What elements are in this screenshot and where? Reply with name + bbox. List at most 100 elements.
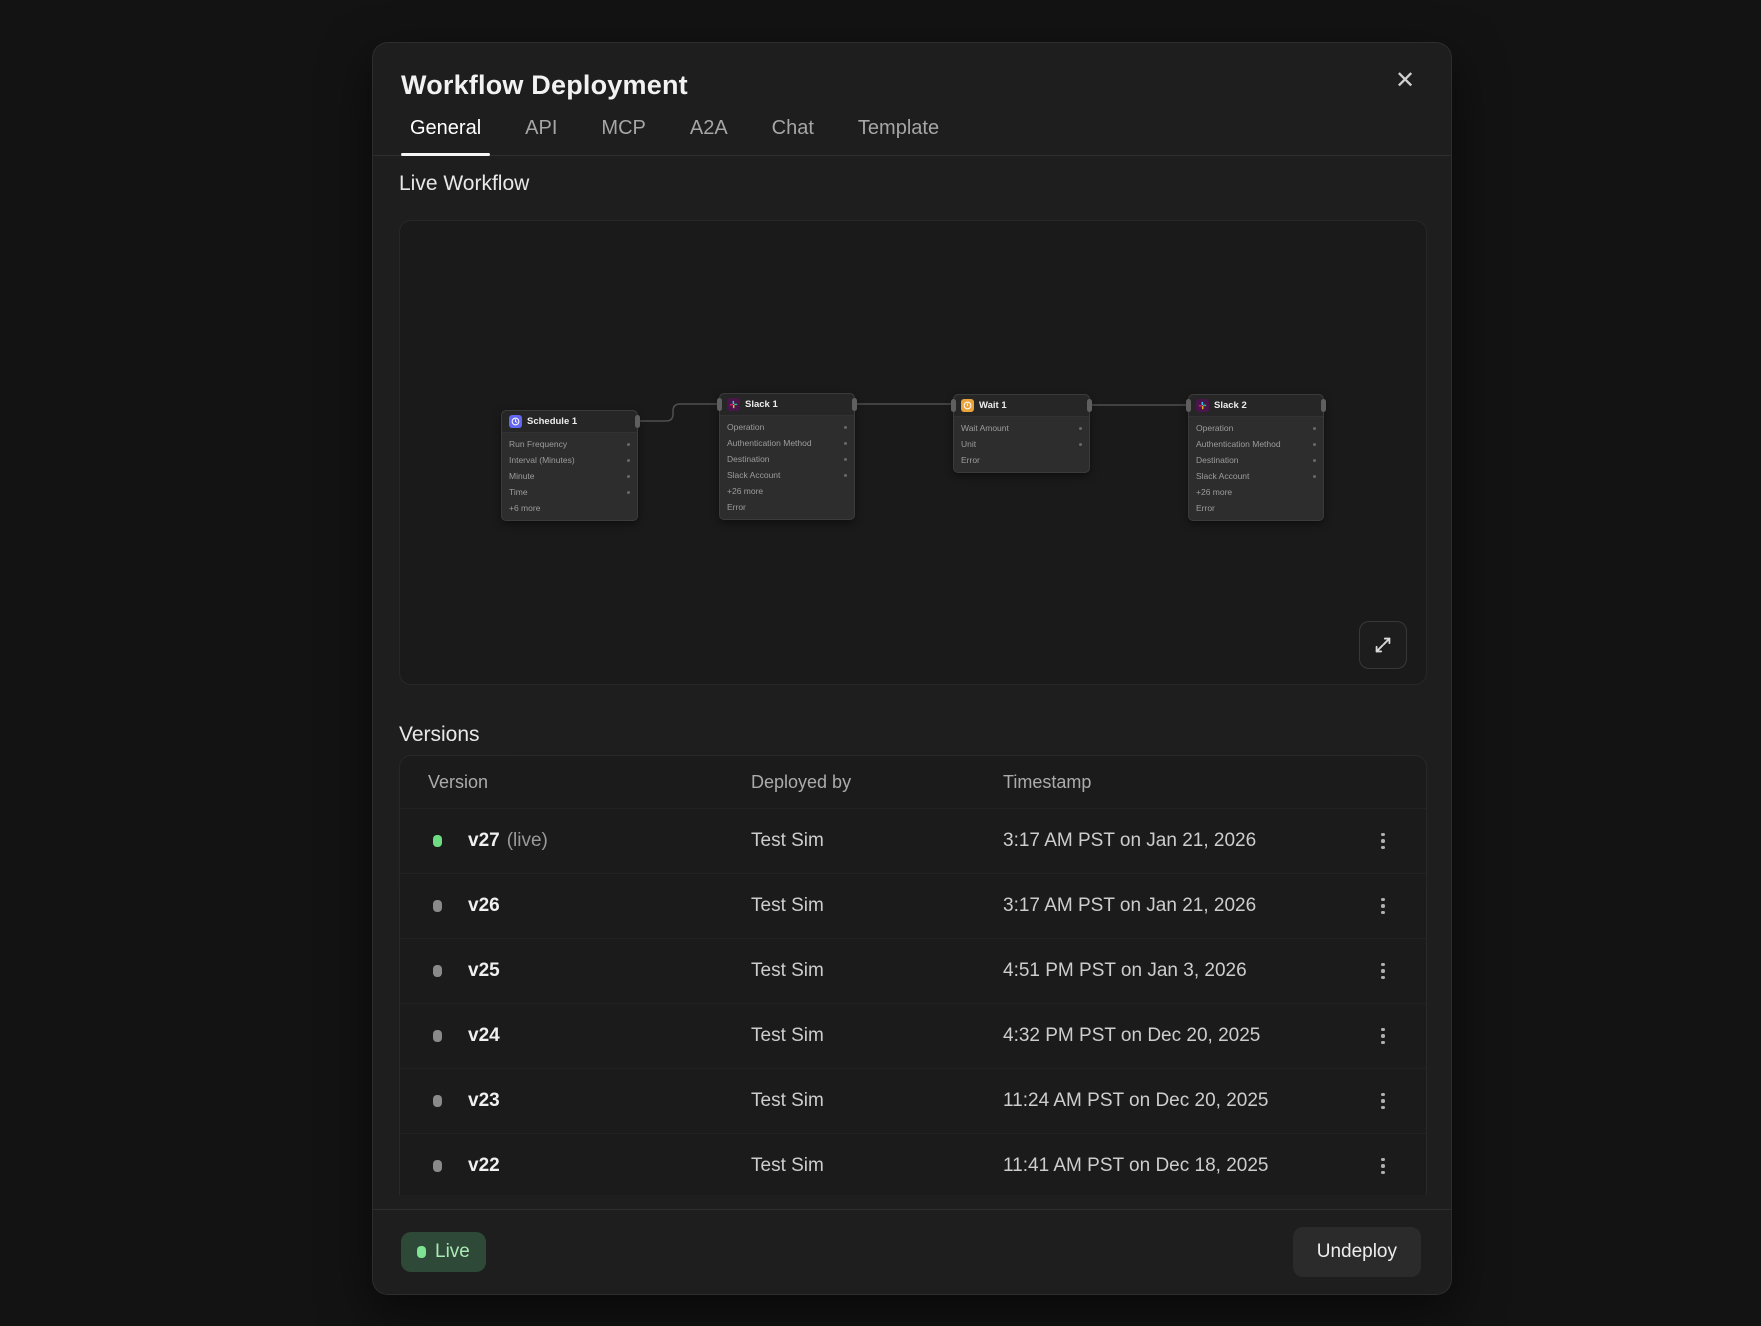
field-label: Minute [509, 471, 535, 481]
live-status-dot [417, 1246, 426, 1258]
version-row: v27(live) Test Sim 3:17 AM PST on Jan 21… [400, 808, 1426, 873]
field-label: Slack Account [1196, 471, 1249, 481]
field-port-dot [1079, 443, 1082, 446]
field-port-dot [1313, 443, 1316, 446]
field-port-dot [1079, 427, 1082, 430]
tab-template[interactable]: Template [849, 115, 948, 155]
deployed-by: Test Sim [751, 1155, 1003, 1177]
timestamp: 3:17 AM PST on Jan 21, 2026 [1003, 830, 1354, 852]
modal-footer: Live Undeploy [373, 1209, 1451, 1294]
version-label: v25 [468, 960, 500, 981]
row-menu-button[interactable] [1368, 953, 1398, 989]
field-label: Operation [1196, 423, 1233, 433]
field-error-label: Error [1196, 503, 1215, 513]
tab-a2a[interactable]: A2A [681, 115, 737, 155]
tab-api[interactable]: API [516, 115, 566, 155]
row-menu-button[interactable] [1368, 1148, 1398, 1184]
node-slack-1: Slack 1 Operation Authentication Method … [719, 393, 855, 520]
version-row: v24 Test Sim 4:32 PM PST on Dec 20, 2025 [400, 1003, 1426, 1068]
tab-mcp[interactable]: MCP [592, 115, 654, 155]
field-port-dot [627, 475, 630, 478]
timestamp: 3:17 AM PST on Jan 21, 2026 [1003, 895, 1354, 917]
deployed-by: Test Sim [751, 895, 1003, 917]
field-label: Unit [961, 439, 976, 449]
column-timestamp: Timestamp [1003, 772, 1398, 793]
live-status-badge: Live [401, 1232, 486, 1272]
field-label: Authentication Method [727, 438, 812, 448]
field-port-dot [844, 458, 847, 461]
close-icon: ✕ [1395, 69, 1415, 93]
field-label: Destination [727, 454, 770, 464]
node-slack-1-header: Slack 1 [720, 394, 854, 416]
slack-icon [727, 398, 740, 411]
field-error-label: Error [961, 455, 980, 465]
field-label: Slack Account [727, 470, 780, 480]
versions-table-header: Version Deployed by Timestamp [400, 756, 1426, 808]
row-menu-button[interactable] [1368, 1018, 1398, 1054]
field-port-dot [627, 491, 630, 494]
field-port-dot [1313, 475, 1316, 478]
output-port [635, 415, 640, 428]
node-fields: Run Frequency Interval (Minutes) Minute … [502, 433, 637, 520]
field-error-label: Error [727, 502, 746, 512]
timestamp: 11:41 AM PST on Dec 18, 2025 [1003, 1155, 1354, 1177]
version-label: v23 [468, 1090, 500, 1111]
expand-icon [1372, 634, 1394, 656]
close-button[interactable]: ✕ [1389, 65, 1421, 97]
tab-chat[interactable]: Chat [763, 115, 823, 155]
node-schedule-1-header: Schedule 1 [502, 411, 637, 433]
version-live-suffix: (live) [507, 830, 548, 851]
row-menu-button[interactable] [1368, 888, 1398, 924]
field-label: Operation [727, 422, 764, 432]
modal-content: Live Workflow Schedule 1 [373, 156, 1451, 1209]
field-label: Authentication Method [1196, 439, 1281, 449]
field-port-dot [1313, 427, 1316, 430]
workflow-preview-canvas: Schedule 1 Run Frequency Interval (Minut… [399, 220, 1427, 685]
column-deployed-by: Deployed by [751, 772, 1003, 793]
workflow-deployment-modal: Workflow Deployment ✕ General API MCP A2… [372, 42, 1452, 1295]
row-menu-button[interactable] [1368, 1083, 1398, 1119]
field-label: Wait Amount [961, 423, 1009, 433]
field-port-dot [844, 442, 847, 445]
field-label: Time [509, 487, 528, 497]
field-label: Interval (Minutes) [509, 455, 575, 465]
live-status-label: Live [435, 1241, 470, 1263]
timestamp: 11:24 AM PST on Dec 20, 2025 [1003, 1090, 1354, 1112]
node-wait-1: Wait 1 Wait Amount Unit Error [953, 394, 1090, 473]
node-fields: Operation Authentication Method Destinat… [1189, 417, 1323, 520]
undeploy-button[interactable]: Undeploy [1293, 1227, 1421, 1277]
input-port [717, 398, 722, 411]
field-more-label: +26 more [1196, 487, 1232, 497]
field-port-dot [844, 426, 847, 429]
version-status-dot [433, 1030, 442, 1042]
field-label: Run Frequency [509, 439, 567, 449]
version-label: v26 [468, 895, 500, 916]
tab-general[interactable]: General [401, 115, 490, 155]
deployed-by: Test Sim [751, 830, 1003, 852]
version-status-dot [433, 1160, 442, 1172]
node-slack-2: Slack 2 Operation Authentication Method … [1188, 394, 1324, 521]
node-title: Slack 1 [745, 399, 778, 410]
row-menu-button[interactable] [1368, 823, 1398, 859]
node-slack-2-header: Slack 2 [1189, 395, 1323, 417]
input-port [1186, 399, 1191, 412]
field-port-dot [627, 443, 630, 446]
timestamp: 4:32 PM PST on Dec 20, 2025 [1003, 1025, 1354, 1047]
node-wait-1-header: Wait 1 [954, 395, 1089, 417]
version-label: v22 [468, 1155, 500, 1176]
version-row: v26 Test Sim 3:17 AM PST on Jan 21, 2026 [400, 873, 1426, 938]
tab-bar: General API MCP A2A Chat Template [401, 115, 1423, 155]
version-status-dot [433, 835, 442, 847]
clock-icon [509, 415, 522, 428]
version-label: v24 [468, 1025, 500, 1046]
field-label: Destination [1196, 455, 1239, 465]
input-port [951, 399, 956, 412]
output-port [1321, 399, 1326, 412]
timer-icon [961, 399, 974, 412]
expand-canvas-button[interactable] [1359, 621, 1407, 669]
node-title: Slack 2 [1214, 400, 1247, 411]
column-version: Version [428, 772, 751, 793]
field-port-dot [1313, 459, 1316, 462]
field-port-dot [627, 459, 630, 462]
slack-icon [1196, 399, 1209, 412]
